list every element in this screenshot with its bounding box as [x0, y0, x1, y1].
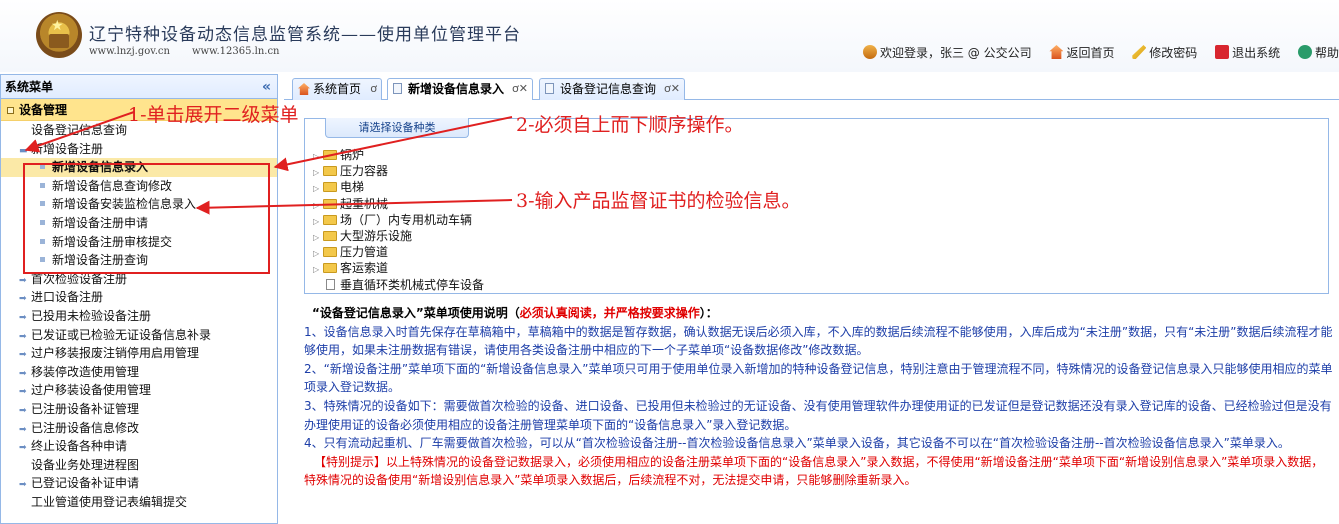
system-urls: www.lnzj.gov.cn www.12365.ln.cn: [89, 46, 302, 57]
tab-home[interactable]: 系统首页 ơ: [292, 78, 382, 100]
instruction-1: 1、设备信息录入时首先保存在草稿箱中，草稿箱中的数据是暂存数据，确认数据无误后必…: [304, 324, 1333, 358]
pencil-icon: [1132, 45, 1147, 59]
menu-item[interactable]: ➡ 已登记设备补证申请: [1, 474, 277, 493]
collapse-icon[interactable]: «: [262, 75, 271, 99]
menu-item[interactable]: ➡ 已注册设备信息修改: [1, 419, 277, 438]
expand-icon: [7, 107, 14, 114]
special-notice: 【特别提示】以上特殊情况的设备登记数据录入，必须使用相应的设备注册菜单项下面的“…: [304, 454, 1324, 488]
tab-close-icon[interactable]: ơ✕: [512, 79, 528, 99]
instruction-2: 2、“新增设备注册”菜单项下面的“新增设备信息录入”菜单项只可用于使用单位录入新…: [304, 361, 1333, 395]
app-header: ★ 辽宁特种设备动态信息监管系统——使用单位管理平台 www.lnzj.gov.…: [0, 0, 1339, 72]
type-node[interactable]: ▷ 客运索道: [313, 260, 484, 276]
type-node[interactable]: ▷ 电梯: [313, 179, 484, 195]
home-icon: [1049, 45, 1064, 59]
menu-item-new-info-entry[interactable]: 新增设备信息录入: [1, 158, 277, 177]
welcome-user: 欢迎登录，张三 @ 公交公司: [862, 44, 1032, 61]
help-link[interactable]: 帮助: [1297, 44, 1339, 61]
user-icon: [862, 45, 877, 59]
annotation-3: 3-输入产品监督证书的检验信息。: [516, 190, 801, 212]
menu-item[interactable]: 新增设备注册申请: [1, 214, 277, 233]
annotation-2: 2-必须自上而下顺序操作。: [516, 114, 744, 136]
folder-icon: [323, 230, 337, 241]
menu-item[interactable]: ➡ 过户移装设备使用管理: [1, 381, 277, 400]
annotation-1: 1-单击展开二级菜单: [128, 104, 299, 126]
instruction-4: 4、只有流动起重机、厂车需要做首次检验，可以从“首次检验设备注册--首次检验设备…: [304, 436, 1290, 451]
tab-close-icon[interactable]: ơ: [370, 79, 377, 99]
usage-instructions: “设备登记信息录入”菜单项使用说明（必须认真阅读，并严格按要求操作）： 1、设备…: [304, 304, 1334, 490]
menu-header: 系统菜单 «: [1, 75, 277, 99]
type-node[interactable]: ▷ 锅炉: [313, 147, 484, 163]
home-link[interactable]: 返回首页: [1049, 44, 1114, 61]
tab-bar: 系统首页 ơ 新增设备信息录入 ơ✕ 设备登记信息查询 ơ✕: [284, 76, 1339, 101]
menu-item-new-registration[interactable]: ▬ 新增设备注册: [1, 140, 277, 159]
type-node[interactable]: 垂直循环类机械式停车设备: [313, 277, 484, 293]
menu-item[interactable]: 新增设备安装监检信息录入: [1, 195, 277, 214]
menu-item[interactable]: ➡ 已投用未检验设备注册: [1, 307, 277, 326]
help-icon: [1297, 45, 1312, 59]
menu-item[interactable]: ➡ 已注册设备补证管理: [1, 400, 277, 419]
page-icon: [40, 238, 45, 244]
folder-icon: [323, 263, 337, 274]
type-node[interactable]: ▷ 压力管道: [313, 244, 484, 260]
page-icon: [40, 182, 45, 188]
tab-new-info-entry[interactable]: 新增设备信息录入 ơ✕: [387, 78, 533, 101]
menu-title: 系统菜单: [5, 80, 54, 94]
page-icon: [40, 201, 45, 207]
folder-icon: [323, 198, 337, 209]
system-menu: 系统菜单 « 设备管理 设备登记信息查询 ▬ 新增设备注册 新增设备信息录入 新增…: [0, 74, 278, 524]
folder-icon: [323, 182, 337, 193]
type-node[interactable]: ▷ 压力容器: [313, 163, 484, 179]
user-toolbar: 欢迎登录，张三 @ 公交公司 返回首页 修改密码 退出系统 帮助: [862, 44, 1339, 61]
menu-item[interactable]: 新增设备注册查询: [1, 251, 277, 270]
menu-item[interactable]: ➡ 终止设备各种申请: [1, 437, 277, 456]
menu-item[interactable]: ➡ 进口设备注册: [1, 288, 277, 307]
menu-item[interactable]: ➡ 过户移装报废注销停用启用管理: [1, 344, 277, 363]
folder-icon: [323, 214, 337, 225]
menu-item[interactable]: ➡ 移装停改造使用管理: [1, 363, 277, 382]
folder-icon: [323, 247, 337, 258]
change-password-link[interactable]: 修改密码: [1132, 44, 1197, 61]
home-icon: [298, 83, 310, 95]
page-icon: [40, 164, 45, 170]
logout-link[interactable]: 退出系统: [1215, 44, 1280, 61]
type-node[interactable]: ▷ 大型游乐设施: [313, 228, 484, 244]
main-panel: 请选择设备种类 ▷ 锅炉 ▷ 压力容器 ▷ 电梯 ▷ 起重机械 ▷ 场（厂）内专用机动车辆…: [284, 100, 1339, 524]
page-icon: [393, 83, 402, 94]
menu-item[interactable]: 新增设备注册审核提交: [1, 233, 277, 252]
logout-icon: [1215, 45, 1230, 59]
emblem-logo: ★: [36, 12, 82, 58]
menu-item[interactable]: 设备业务处理进程图: [1, 456, 277, 475]
tab-registration-query[interactable]: 设备登记信息查询 ơ✕: [539, 78, 685, 100]
menu-item[interactable]: ➡ 首次检验设备注册: [1, 270, 277, 289]
instruction-3: 3、特殊情况的设备如下：需要做首次检验的设备、进口设备、已投用但未检验过的无证设…: [304, 398, 1332, 432]
tab-close-icon[interactable]: ơ✕: [664, 79, 680, 99]
type-panel-header: 请选择设备种类: [325, 118, 469, 138]
folder-icon: [323, 150, 337, 160]
menu-item[interactable]: ➡ 已发证或已检验无证设备信息补录: [1, 326, 277, 345]
menu-item[interactable]: 工业管道使用登记表编辑提交: [1, 493, 277, 512]
page-icon: [40, 219, 45, 225]
url-lnzj: www.lnzj.gov.cn: [89, 46, 170, 57]
type-node[interactable]: ▷ 场（厂）内专用机动车辆: [313, 212, 484, 228]
equipment-type-tree: ▷ 锅炉 ▷ 压力容器 ▷ 电梯 ▷ 起重机械 ▷ 场（厂）内专用机动车辆 ▷ 大型游乐设施…: [313, 147, 484, 293]
page-icon: [545, 83, 554, 94]
menu-tree: 设备登记信息查询 ▬ 新增设备注册 新增设备信息录入 新增设备信息查询修改 新增设…: [1, 121, 277, 511]
instructions-title: “设备登记信息录入”菜单项使用说明（必须认真阅读，并严格按要求操作）：: [312, 306, 718, 320]
system-title: 辽宁特种设备动态信息监管系统——使用单位管理平台: [89, 25, 521, 45]
menu-item[interactable]: 新增设备信息查询修改: [1, 177, 277, 196]
url-12365: www.12365.ln.cn: [191, 46, 280, 57]
page-icon: [40, 257, 45, 263]
type-node[interactable]: ▷ 起重机械: [313, 196, 484, 212]
document-icon: [326, 278, 335, 290]
folder-icon: [323, 166, 337, 177]
equipment-type-panel: 请选择设备种类 ▷ 锅炉 ▷ 压力容器 ▷ 电梯 ▷ 起重机械 ▷ 场（厂）内专用机动车辆…: [304, 118, 1329, 294]
